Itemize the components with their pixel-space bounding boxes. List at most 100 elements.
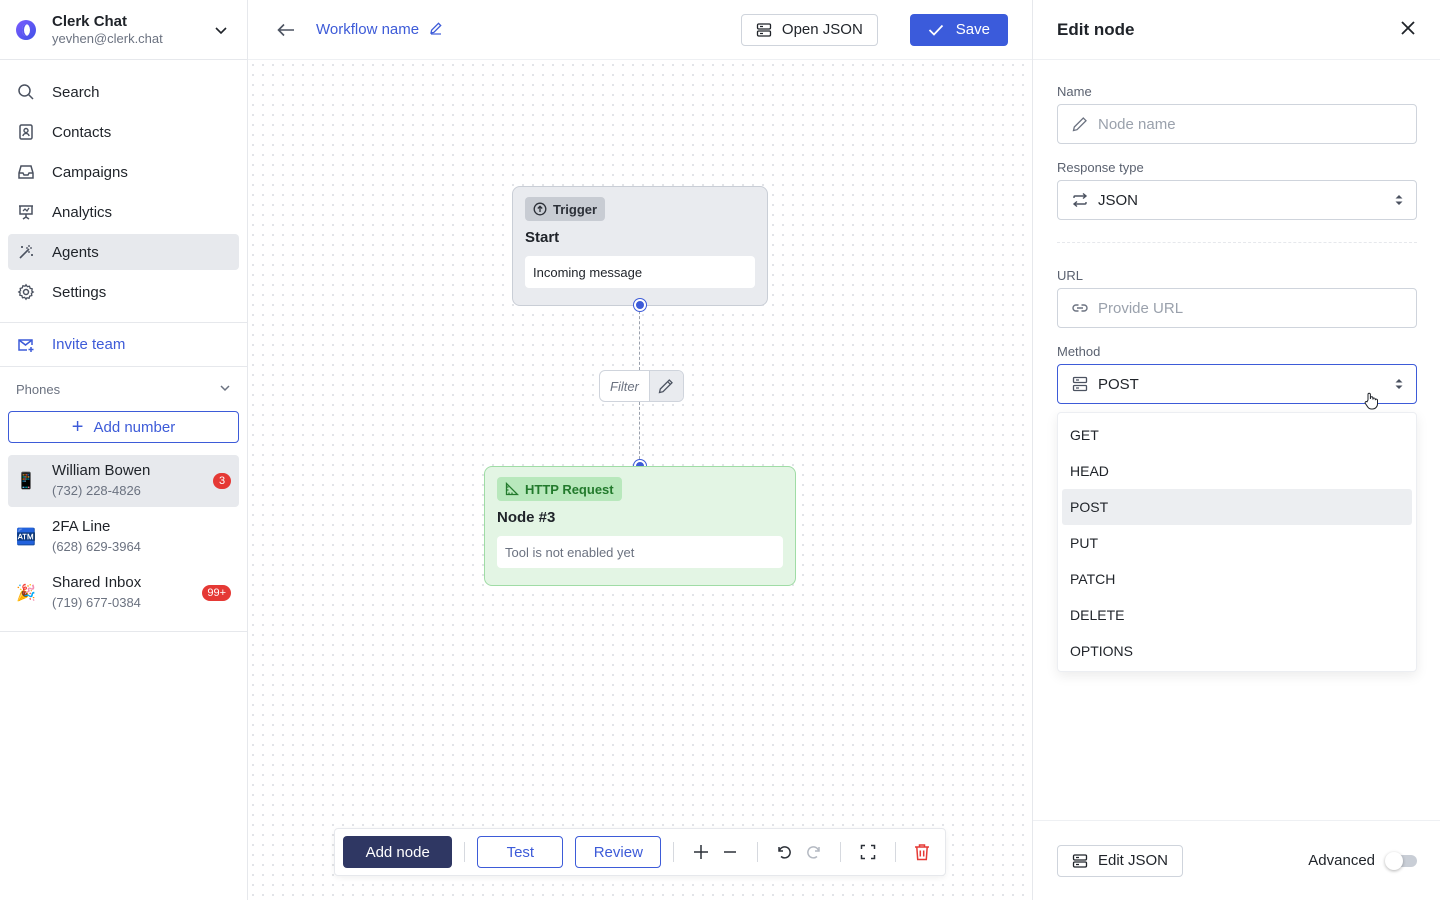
- nav-item-analytics[interactable]: Analytics: [8, 194, 239, 230]
- zoom-out-icon[interactable]: [716, 836, 745, 868]
- method-option-head[interactable]: HEAD: [1062, 453, 1412, 489]
- method-option-patch[interactable]: PATCH: [1062, 561, 1412, 597]
- account-info: Clerk Chat yevhen@clerk.chat: [52, 13, 211, 47]
- pointer-cursor-icon: [1364, 392, 1378, 413]
- phones-section-header[interactable]: Phones: [0, 367, 247, 411]
- chevron-down-icon[interactable]: [219, 382, 231, 397]
- swap-arrows-icon: [1070, 190, 1090, 210]
- node-title: Node #3: [497, 509, 556, 526]
- add-number-button[interactable]: + Add number: [8, 411, 239, 443]
- zoom-in-icon[interactable]: [686, 836, 715, 868]
- method-option-options[interactable]: OPTIONS: [1062, 633, 1412, 669]
- method-option-put[interactable]: PUT: [1062, 525, 1412, 561]
- toolbar-divider: [756, 842, 758, 862]
- phone-name: 2FA Line: [52, 518, 111, 535]
- advanced-label: Advanced: [1308, 852, 1375, 869]
- nav-item-agents[interactable]: Agents: [8, 234, 239, 270]
- response-type-select[interactable]: JSON: [1057, 180, 1417, 220]
- node-handle[interactable]: [634, 299, 646, 311]
- url-label: URL: [1057, 268, 1084, 283]
- workflow-name[interactable]: Workflow name: [316, 21, 419, 38]
- phone-number: (628) 629-3964: [52, 539, 141, 554]
- search-icon: [16, 82, 36, 102]
- advanced-toggle[interactable]: [1385, 851, 1417, 870]
- toolbar-divider: [894, 842, 896, 862]
- trigger-icon: [533, 202, 547, 216]
- nav-item-settings[interactable]: Settings: [8, 274, 239, 310]
- workflow-canvas[interactable]: Workflow name Open JSON Save Trigger Sta…: [248, 0, 1032, 900]
- http-request-node[interactable]: HTTP Request Node #3 Tool is not enabled…: [484, 466, 796, 586]
- main-nav: Search Contacts Campaigns Analytics Agen…: [0, 60, 247, 323]
- link-icon: [1070, 298, 1090, 318]
- sort-arrows-icon: [1394, 377, 1404, 391]
- method-select[interactable]: POST: [1057, 364, 1417, 404]
- invite-team-link[interactable]: Invite team: [0, 323, 247, 367]
- account-switcher[interactable]: Clerk Chat yevhen@clerk.chat: [0, 0, 247, 60]
- phone-emoji-icon: 📱: [16, 473, 36, 490]
- node-name-field[interactable]: Node name: [1057, 104, 1417, 144]
- redo-icon[interactable]: [799, 836, 828, 868]
- trash-icon[interactable]: [908, 836, 937, 868]
- account-name: Clerk Chat: [52, 12, 128, 30]
- save-button[interactable]: Save: [909, 13, 1008, 46]
- phone-number: (719) 677-0384: [52, 595, 141, 610]
- nav-item-label: Settings: [52, 283, 107, 301]
- method-option-delete[interactable]: DELETE: [1062, 597, 1412, 633]
- pencil-icon[interactable]: [429, 21, 443, 38]
- server-icon: [756, 22, 772, 38]
- url-field[interactable]: Provide URL: [1057, 288, 1417, 328]
- node-name-placeholder: Node name: [1098, 115, 1176, 133]
- review-button[interactable]: Review: [575, 836, 662, 868]
- phone-item-2fa-line[interactable]: 🏧 2FA Line (628) 629-3964: [8, 511, 239, 563]
- nav-item-label: Search: [52, 83, 100, 101]
- phone-name: Shared Inbox: [52, 574, 142, 591]
- close-icon[interactable]: [1400, 20, 1416, 39]
- nav-item-label: Campaigns: [52, 163, 128, 181]
- unread-badge: 99+: [202, 585, 231, 601]
- trigger-node[interactable]: Trigger Start Incoming message: [512, 186, 768, 306]
- clerk-logo-icon: [16, 19, 36, 40]
- ruler-icon: [505, 482, 519, 496]
- edit-json-label: Edit JSON: [1098, 852, 1169, 869]
- open-json-button[interactable]: Open JSON: [740, 13, 878, 46]
- nav-item-campaigns[interactable]: Campaigns: [8, 154, 239, 190]
- gear-icon: [16, 282, 36, 302]
- pencil-icon[interactable]: [648, 371, 683, 401]
- back-arrow-icon[interactable]: [272, 16, 300, 44]
- unread-badge: 3: [213, 473, 231, 489]
- method-option-post[interactable]: POST: [1062, 489, 1412, 525]
- url-placeholder: Provide URL: [1098, 299, 1184, 317]
- phone-item-william-bowen[interactable]: 📱 William Bowen (732) 228-4826 3: [8, 455, 239, 507]
- edit-json-button[interactable]: Edit JSON: [1057, 844, 1184, 877]
- test-button[interactable]: Test: [477, 836, 564, 868]
- nav-item-contacts[interactable]: Contacts: [8, 114, 239, 150]
- edge-filter[interactable]: Filter: [599, 370, 684, 402]
- toolbar-divider: [464, 842, 466, 862]
- phone-name: William Bowen: [52, 462, 151, 479]
- fit-view-icon[interactable]: [853, 836, 882, 868]
- method-label: Method: [1057, 344, 1101, 359]
- toolbar-divider: [840, 842, 842, 862]
- chevron-down-icon[interactable]: [211, 20, 231, 40]
- edit-node-panel: Edit node Name Node name Response type J…: [1032, 0, 1440, 900]
- account-email: yevhen@clerk.chat: [52, 30, 163, 46]
- mail-plus-icon: [16, 335, 36, 355]
- add-node-button[interactable]: Add node: [343, 836, 453, 868]
- phones-heading: Phones: [16, 381, 61, 397]
- phone-item-shared-inbox[interactable]: 🎉 Shared Inbox (719) 677-0384 99+: [8, 567, 239, 619]
- workflow-topbar: Workflow name Open JSON Save: [248, 0, 1032, 60]
- nav-item-search[interactable]: Search: [8, 74, 239, 110]
- filter-label: Filter: [610, 378, 639, 394]
- method-option-get[interactable]: GET: [1062, 417, 1412, 453]
- analytics-icon: [16, 202, 36, 222]
- sidebar: Clerk Chat yevhen@clerk.chat Search Cont…: [0, 0, 248, 900]
- http-request-chip: HTTP Request: [497, 477, 622, 501]
- edge-connector: [639, 402, 640, 464]
- section-divider: [1057, 242, 1417, 243]
- panel-header: Edit node: [1033, 0, 1440, 60]
- panel-footer: Edit JSON Advanced: [1033, 820, 1440, 900]
- open-json-label: Open JSON: [781, 21, 863, 38]
- undo-icon[interactable]: [770, 836, 799, 868]
- phone-list: 📱 William Bowen (732) 228-4826 3 🏧 2FA L…: [0, 455, 247, 632]
- http-request-chip-label: HTTP Request: [525, 481, 614, 497]
